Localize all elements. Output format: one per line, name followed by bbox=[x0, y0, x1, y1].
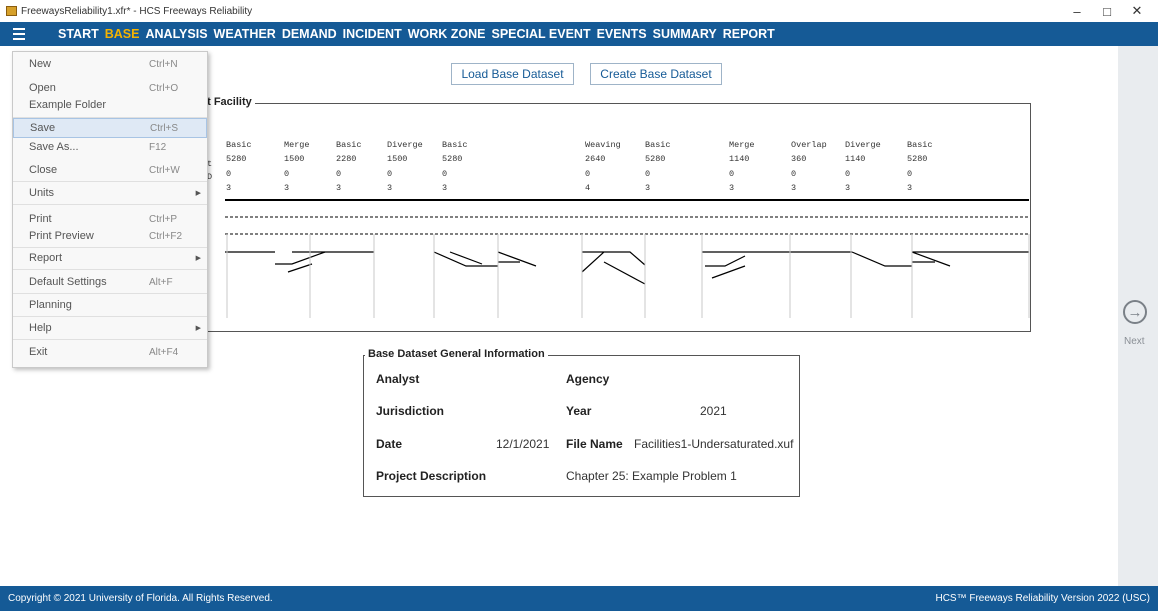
analyst-label: Analyst bbox=[376, 372, 420, 386]
year-label: Year bbox=[566, 404, 592, 418]
menu-item-default-settings[interactable]: Default Settings Alt+F bbox=[13, 272, 207, 292]
menu-separator bbox=[13, 316, 207, 317]
menu-item-save[interactable]: Save Ctrl+S bbox=[13, 118, 207, 138]
next-label[interactable]: Next bbox=[1124, 336, 1145, 347]
date-label: Date bbox=[376, 437, 403, 451]
agency-label: Agency bbox=[566, 372, 610, 386]
menu-item-report[interactable]: Report ▶ bbox=[13, 248, 207, 268]
file-dropdown-menu: New Ctrl+N Open Ctrl+O Example Folder Save… bbox=[12, 51, 208, 368]
segment-boundaries bbox=[226, 234, 1030, 318]
ramp-line bbox=[433, 251, 498, 267]
menu-separator bbox=[13, 339, 207, 340]
copyright-text: Copyright © 2021 University of Florida. … bbox=[8, 593, 273, 604]
menu-item-new[interactable]: New Ctrl+N bbox=[13, 54, 207, 74]
menu-item-print-preview[interactable]: Print Preview Ctrl+F2 bbox=[13, 226, 207, 246]
project-description-value[interactable]: Chapter 25: Example Problem 1 bbox=[566, 469, 737, 483]
jurisdiction-label: Jurisdiction bbox=[376, 404, 445, 418]
menu-separator bbox=[13, 204, 207, 205]
ramp-line bbox=[702, 251, 746, 279]
menu-separator bbox=[13, 269, 207, 270]
menu-separator bbox=[13, 181, 207, 182]
year-value[interactable]: 2021 bbox=[700, 404, 727, 418]
ramp-line bbox=[275, 251, 326, 273]
status-footer: Copyright © 2021 University of Florida. … bbox=[0, 586, 1158, 611]
next-arrow-icon[interactable]: → bbox=[1123, 300, 1147, 324]
submenu-arrow-icon: ▶ bbox=[195, 325, 201, 332]
menu-separator bbox=[13, 293, 207, 294]
menu-item-exit[interactable]: Exit Alt+F4 bbox=[13, 342, 207, 362]
info-group-title: Base Dataset General Information bbox=[365, 348, 548, 360]
menu-item-units[interactable]: Units ▶ bbox=[13, 183, 207, 203]
file-name-label: File Name bbox=[566, 437, 623, 451]
ramp-line bbox=[581, 251, 646, 285]
menu-item-save-as[interactable]: Save As... F12 bbox=[13, 137, 207, 157]
ramp-line bbox=[851, 251, 951, 267]
menu-item-example-folder[interactable]: Example Folder bbox=[13, 95, 207, 115]
submenu-arrow-icon: ▶ bbox=[195, 190, 201, 197]
menu-item-close[interactable]: Close Ctrl+W bbox=[13, 160, 207, 180]
project-description-label: Project Description bbox=[376, 469, 487, 483]
date-value[interactable]: 12/1/2021 bbox=[496, 437, 549, 451]
submenu-arrow-icon: ▶ bbox=[195, 255, 201, 262]
version-text: HCS™ Freeways Reliability Version 2022 (… bbox=[935, 593, 1150, 604]
ramp-line bbox=[497, 251, 537, 267]
menu-item-planning[interactable]: Planning bbox=[13, 295, 207, 315]
ramp-drawings bbox=[225, 251, 1029, 285]
file-name-value[interactable]: Facilities1-Undersaturated.xuf bbox=[634, 437, 793, 451]
menu-item-help[interactable]: Help ▶ bbox=[13, 318, 207, 338]
